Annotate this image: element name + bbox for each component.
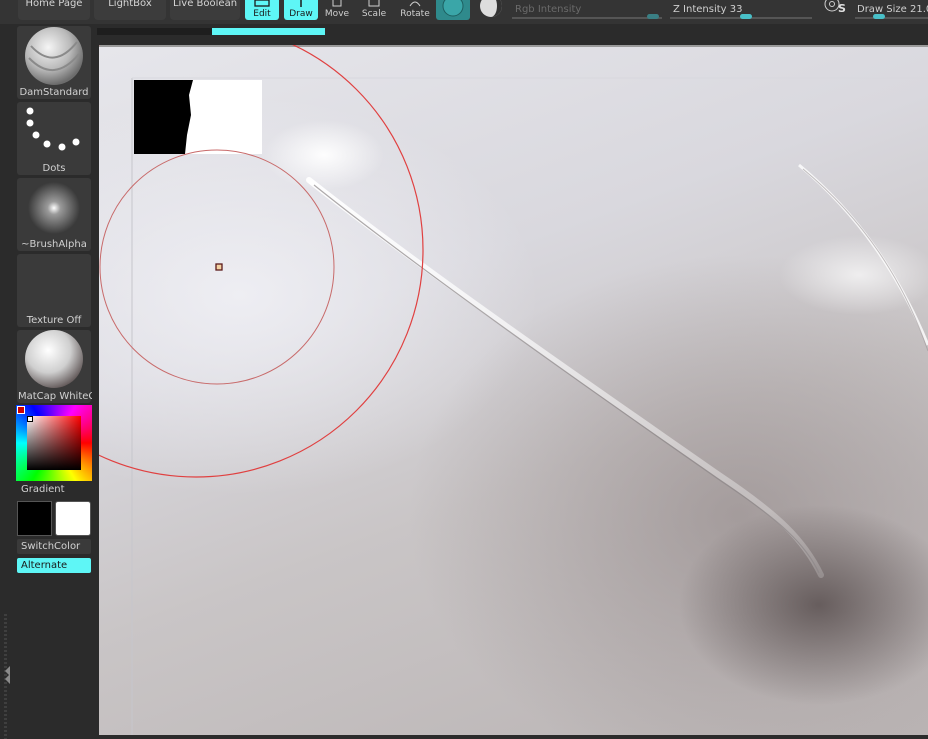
live-boolean-button[interactable]: Live Boolean	[170, 0, 240, 20]
alternate-button[interactable]: Alternate	[17, 558, 91, 573]
scale-icon	[368, 0, 380, 7]
texture-selector[interactable]: Texture Off	[17, 254, 91, 327]
lightbox-label: LightBox	[108, 0, 152, 9]
sculpt-viewport[interactable]	[99, 45, 928, 735]
gradient-label: Gradient	[21, 484, 65, 495]
rgb-intensity-slider[interactable]	[512, 17, 662, 19]
sphere-toggle-button[interactable]	[436, 0, 470, 20]
brush-label: DamStandard	[19, 87, 89, 98]
symmetry-button[interactable]: S	[820, 0, 850, 20]
sphere-icon	[442, 0, 464, 17]
draw-size-label: Draw Size 21.0	[857, 4, 928, 15]
edit-button[interactable]: Edit	[245, 0, 279, 20]
move-button[interactable]: Move	[320, 0, 354, 20]
top-toolbar: Home Page LightBox Live Boolean Edit Dra…	[0, 0, 928, 24]
edit-icon	[254, 0, 270, 7]
draw-size-knob[interactable]	[873, 14, 885, 19]
brush-alpha-icon	[28, 182, 80, 234]
scale-label: Scale	[361, 9, 387, 19]
alpha-preview-dark	[134, 80, 193, 154]
progress-fill	[212, 28, 325, 35]
main-color-swatch[interactable]	[17, 501, 52, 536]
document-canvas[interactable]	[99, 45, 928, 735]
scale-button[interactable]: Scale	[357, 0, 391, 20]
damstandard-brush-icon	[25, 27, 83, 85]
hue-marker[interactable]	[17, 406, 25, 414]
progress-bar	[97, 28, 325, 35]
crease-line	[313, 184, 820, 574]
left-shelf: DamStandard Dots ~BrushAlpha Texture Off	[0, 24, 96, 739]
home-page-label: Home Page	[25, 0, 83, 9]
alpha-label: ~BrushAlpha	[21, 239, 87, 250]
switch-color-label: SwitchColor	[21, 541, 81, 552]
lightbox-button[interactable]: LightBox	[94, 0, 166, 20]
alternate-label: Alternate	[21, 560, 68, 571]
material-sphere-icon	[480, 0, 502, 17]
saturation-value-square[interactable]	[27, 416, 81, 470]
live-boolean-label: Live Boolean	[172, 0, 238, 9]
move-label: Move	[324, 9, 350, 19]
color-picker[interactable]	[16, 405, 92, 481]
draw-pencil-icon	[300, 0, 302, 7]
alpha-selector[interactable]: ~BrushAlpha	[17, 178, 91, 251]
switch-color-button[interactable]: SwitchColor	[17, 539, 91, 554]
draw-size-slider[interactable]	[855, 17, 928, 19]
texture-label: Texture Off	[26, 315, 82, 326]
material-toggle-button[interactable]	[475, 0, 507, 20]
rotate-label: Rotate	[400, 9, 430, 19]
move-icon	[332, 0, 342, 7]
secondary-color-swatch[interactable]	[55, 501, 91, 536]
collapse-arrow-icon	[5, 666, 10, 684]
draw-label: Draw	[289, 9, 313, 19]
dots-stroke-icon	[26, 107, 80, 151]
home-page-button[interactable]: Home Page	[18, 0, 90, 20]
z-intensity-knob[interactable]	[740, 14, 752, 19]
symmetry-s-label: S	[838, 2, 846, 15]
highlight-glow	[264, 120, 384, 190]
rgb-intensity-label: Rgb Intensity	[515, 4, 582, 15]
stroke-selector[interactable]: Dots	[17, 102, 91, 175]
brush-selector[interactable]: DamStandard	[17, 26, 91, 99]
shelf-resize-handle[interactable]	[4, 614, 12, 739]
rgb-intensity-knob[interactable]	[647, 14, 659, 19]
draw-button[interactable]: Draw	[284, 0, 318, 20]
gradient-toggle[interactable]: Gradient	[17, 482, 91, 497]
highlight-glow-right	[779, 235, 928, 315]
crease-highlight	[306, 177, 824, 578]
edit-label: Edit	[253, 9, 271, 19]
brush-center-point	[215, 263, 223, 271]
matcap-sphere-icon	[25, 330, 83, 388]
rotate-button[interactable]: Rotate	[398, 0, 432, 20]
color-marker[interactable]	[27, 416, 33, 422]
stroke-label: Dots	[42, 163, 66, 174]
material-selector[interactable]: MatCap WhiteCavity	[17, 330, 92, 403]
rotate-icon	[409, 1, 421, 7]
z-intensity-label: Z Intensity 33	[673, 4, 743, 15]
material-label: MatCap WhiteCavity	[18, 391, 92, 402]
